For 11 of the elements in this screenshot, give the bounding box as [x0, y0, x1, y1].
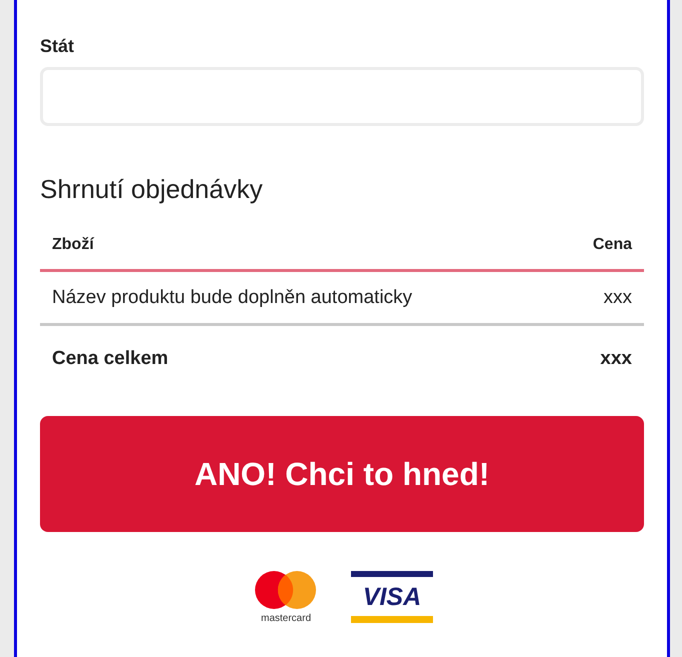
visa-logo: VISA [351, 571, 433, 623]
mastercard-logo: mastercard [251, 570, 321, 624]
submit-button[interactable]: ANO! Chci to hned! [40, 416, 644, 532]
price: xxx [604, 286, 632, 308]
section-title: Shrnutí objednávky [40, 174, 264, 205]
column-header: Zboží [52, 236, 94, 254]
column-header: Cena [592, 236, 632, 254]
product-name: Název produktu bude doplněn automaticky [52, 286, 412, 308]
total-price: xxx [600, 348, 632, 370]
total-label: Cena celkem [52, 348, 168, 370]
field-label: Stát [40, 36, 76, 57]
